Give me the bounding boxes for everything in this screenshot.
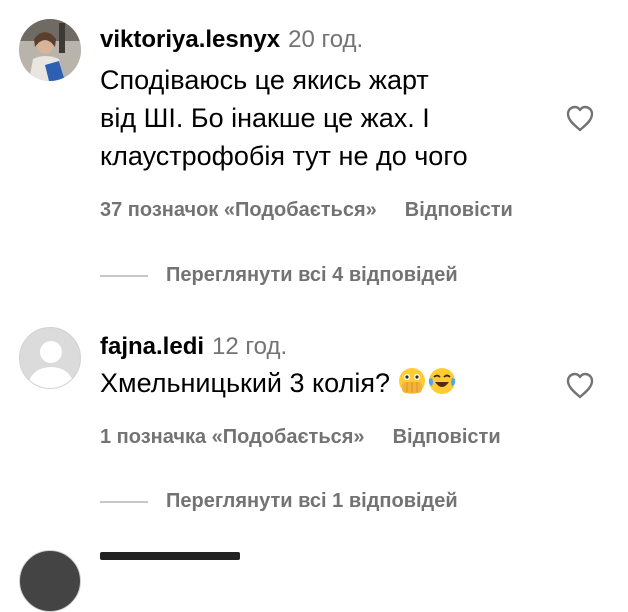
replies-divider-line: [100, 500, 148, 503]
like-heart-icon[interactable]: [565, 371, 595, 399]
view-replies-label: Переглянути всі 1 відповідей: [166, 490, 458, 512]
view-replies-button[interactable]: Переглянути всі 1 відповідей: [100, 490, 458, 513]
face-with-open-eyes-and-hand-over-mouth-icon: [397, 366, 427, 406]
username[interactable]: fajna.ledi: [100, 333, 204, 360]
timestamp[interactable]: 12 год.: [212, 333, 287, 360]
next-comment-username-fragment: [100, 552, 240, 560]
reply-button[interactable]: Відповісти: [393, 426, 501, 448]
comment-meta: 1 позначка «Подобається» Відповісти: [100, 426, 501, 449]
face-with-tears-of-joy-icon: [427, 366, 457, 406]
comment-item: fajna.ledi 12 год. Хмельницький 3 колія?: [0, 0, 628, 560]
comment-header: fajna.ledi 12 год.: [100, 333, 287, 361]
avatar[interactable]: [19, 550, 81, 612]
avatar[interactable]: [19, 327, 81, 389]
comment-text: Хмельницький 3 колія?: [100, 364, 457, 406]
comment-text-line: Хмельницький 3 колія?: [100, 368, 390, 398]
likes-count[interactable]: 1 позначка «Подобається»: [100, 426, 365, 448]
